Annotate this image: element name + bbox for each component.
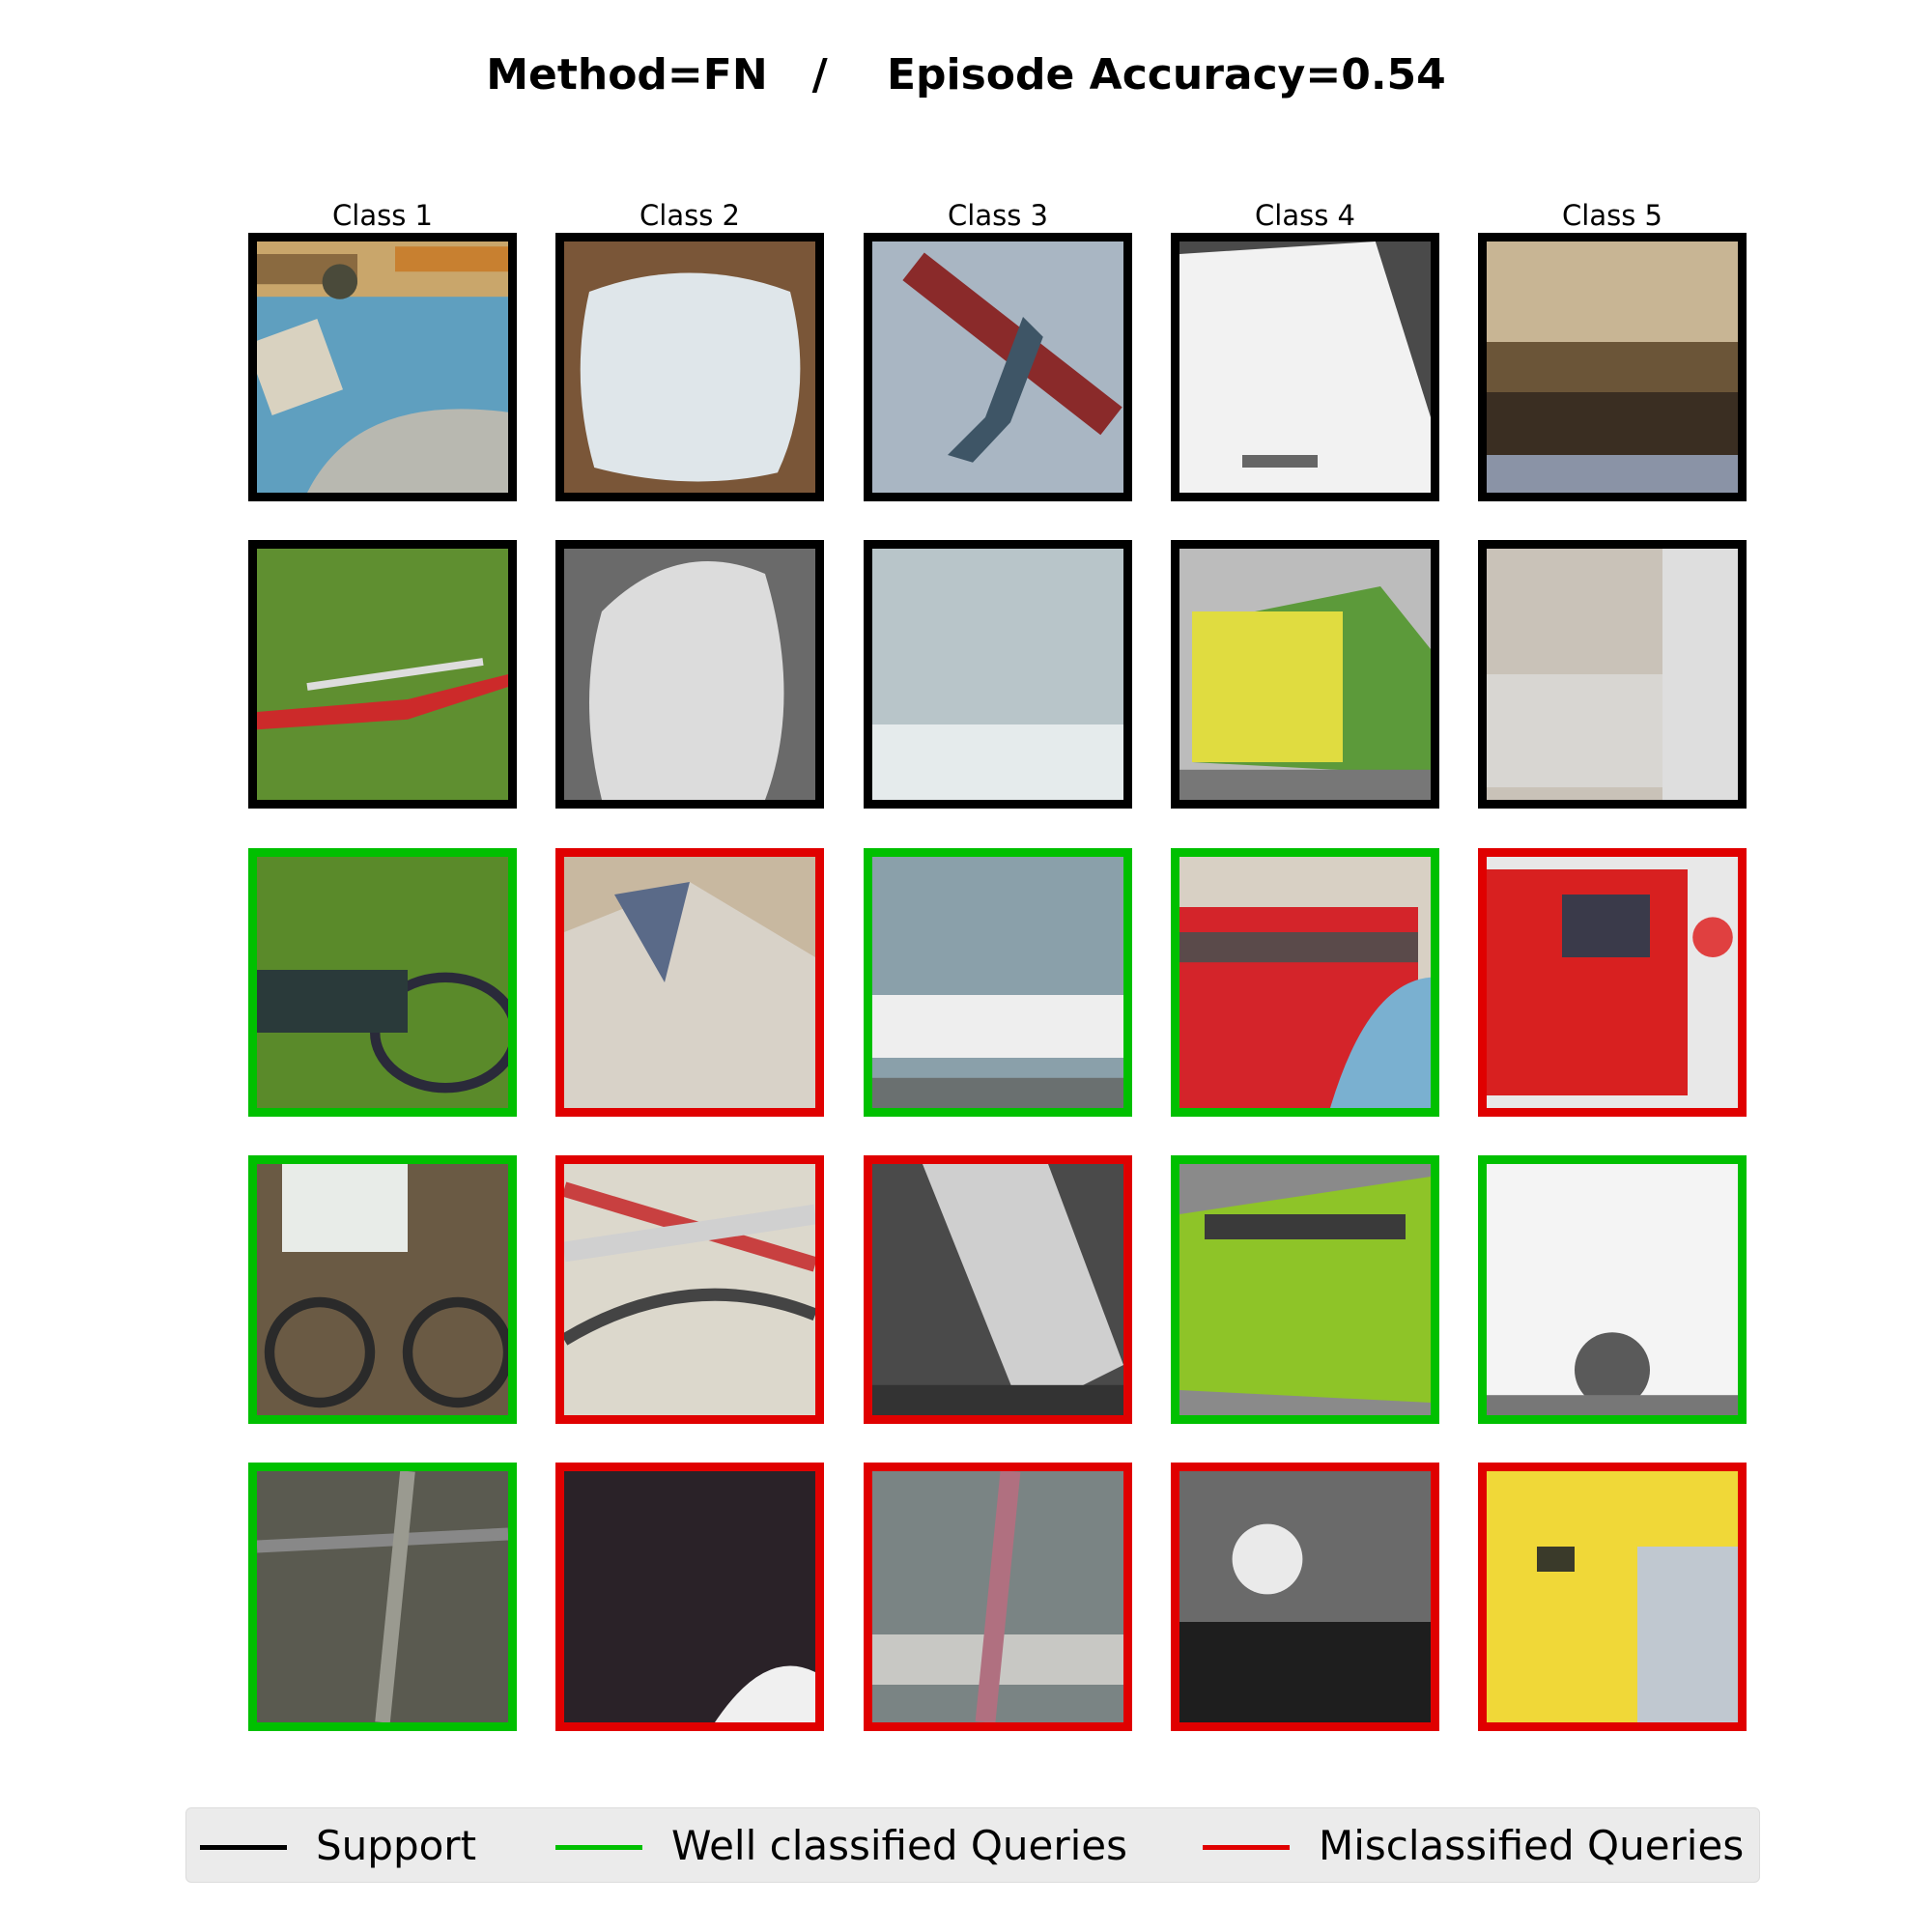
legend-support-label: Support bbox=[316, 1822, 477, 1869]
image-tile bbox=[1171, 1463, 1439, 1731]
image-tile bbox=[555, 848, 824, 1117]
image-tile bbox=[1171, 848, 1439, 1117]
image-tile bbox=[248, 233, 517, 501]
column-label-class-5: Class 5 bbox=[1562, 199, 1662, 232]
image-tile bbox=[555, 1463, 824, 1731]
column-label-class-3: Class 3 bbox=[948, 199, 1048, 232]
column-label-class-1: Class 1 bbox=[332, 199, 433, 232]
image-tile bbox=[555, 233, 824, 501]
image-tile bbox=[864, 848, 1132, 1117]
image-tile bbox=[1478, 540, 1747, 809]
image-tile bbox=[864, 540, 1132, 809]
image-tile bbox=[555, 1155, 824, 1424]
image-tile bbox=[1171, 233, 1439, 501]
image-tile bbox=[1478, 233, 1747, 501]
image-tile bbox=[1171, 540, 1439, 809]
image-tile bbox=[248, 848, 517, 1117]
column-label-class-2: Class 2 bbox=[639, 199, 740, 232]
legend-mis-label: Misclassified Queries bbox=[1319, 1822, 1745, 1869]
image-tile bbox=[248, 540, 517, 809]
image-tile bbox=[555, 540, 824, 809]
legend-well-swatch bbox=[555, 1845, 642, 1850]
figure-title: Method=FN / Episode Accuracy=0.54 bbox=[486, 50, 1446, 99]
image-tile bbox=[864, 1155, 1132, 1424]
image-tile bbox=[248, 1155, 517, 1424]
image-tile bbox=[1478, 1155, 1747, 1424]
legend-support-swatch bbox=[200, 1845, 287, 1850]
column-label-class-4: Class 4 bbox=[1255, 199, 1355, 232]
legend: Support Well classified Queries Misclass… bbox=[185, 1807, 1760, 1883]
image-tile bbox=[1478, 1463, 1747, 1731]
legend-well-label: Well classified Queries bbox=[671, 1822, 1128, 1869]
image-tile bbox=[1171, 1155, 1439, 1424]
image-tile bbox=[248, 1463, 517, 1731]
image-tile bbox=[1478, 848, 1747, 1117]
image-tile bbox=[864, 1463, 1132, 1731]
legend-mis-swatch bbox=[1203, 1845, 1290, 1850]
image-tile bbox=[864, 233, 1132, 501]
